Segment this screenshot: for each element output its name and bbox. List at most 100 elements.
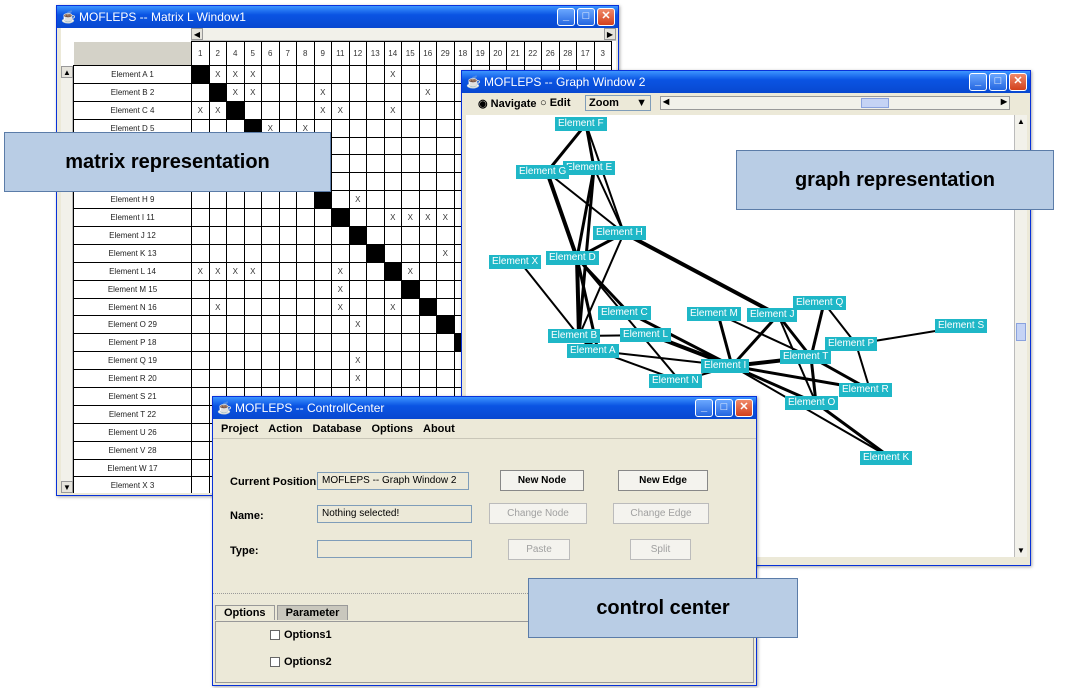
matrix-cell[interactable] <box>331 136 350 156</box>
matrix-column-header[interactable]: 5 <box>243 41 262 66</box>
graph-node-o[interactable]: Element O <box>785 396 839 410</box>
matrix-cell[interactable] <box>331 369 350 389</box>
graph-edge-O-K[interactable] <box>815 401 892 460</box>
scroll-left-icon[interactable]: ◀ <box>663 97 669 106</box>
graph-node-l[interactable]: Element L <box>620 328 672 342</box>
matrix-cell[interactable] <box>191 476 210 493</box>
graph-node-d[interactable]: Element D <box>546 251 599 265</box>
matrix-cell[interactable] <box>208 351 227 371</box>
matrix-cell[interactable] <box>436 172 455 192</box>
matrix-cell[interactable] <box>208 208 227 228</box>
matrix-column-header[interactable]: 9 <box>313 41 332 66</box>
navigate-radio[interactable]: ◉ Navigate <box>478 97 537 110</box>
matrix-cell[interactable] <box>313 315 332 335</box>
graph-node-r[interactable]: Element R <box>839 383 892 397</box>
matrix-cell[interactable] <box>436 100 455 120</box>
matrix-cell[interactable] <box>296 208 315 228</box>
matrix-cell[interactable] <box>208 82 227 102</box>
matrix-cell[interactable] <box>191 351 210 371</box>
edit-radio[interactable]: ○ Edit <box>540 97 570 109</box>
matrix-cell[interactable]: X <box>383 297 402 317</box>
matrix-cell[interactable]: X <box>401 261 420 281</box>
matrix-cell[interactable] <box>226 333 245 353</box>
matrix-cell[interactable] <box>226 208 245 228</box>
graph-node-s[interactable]: Element S <box>935 319 988 333</box>
matrix-cell[interactable] <box>313 297 332 317</box>
matrix-cell[interactable] <box>383 333 402 353</box>
matrix-cell[interactable] <box>313 208 332 228</box>
matrix-cell[interactable] <box>331 154 350 174</box>
matrix-cell[interactable] <box>401 243 420 263</box>
matrix-cell[interactable] <box>313 190 332 210</box>
matrix-cell[interactable] <box>261 315 280 335</box>
matrix-cell[interactable] <box>296 279 315 299</box>
matrix-cell[interactable]: X <box>191 261 210 281</box>
matrix-column-header[interactable]: 19 <box>471 41 490 66</box>
matrix-row-header[interactable]: Element N 16 <box>73 297 192 317</box>
matrix-cell[interactable] <box>436 65 455 84</box>
graph-node-m[interactable]: Element M <box>687 307 741 321</box>
option1-checkbox[interactable]: Options1 <box>270 629 332 641</box>
matrix-cell[interactable]: X <box>331 100 350 120</box>
scroll-right-icon[interactable]: ▶ <box>1001 97 1007 106</box>
matrix-cell[interactable] <box>313 243 332 263</box>
matrix-cell[interactable] <box>208 243 227 263</box>
matrix-cell[interactable] <box>191 315 210 335</box>
graph-horizontal-scrollbar[interactable]: ◀ ▶ <box>660 96 1010 110</box>
matrix-cell[interactable] <box>261 369 280 389</box>
current-position-field[interactable]: MOFLEPS -- Graph Window 2 <box>317 472 469 490</box>
graph-node-q[interactable]: Element Q <box>793 296 847 310</box>
matrix-cell[interactable] <box>436 297 455 317</box>
matrix-cell[interactable] <box>208 279 227 299</box>
matrix-cell[interactable]: X <box>191 100 210 120</box>
matrix-cell[interactable] <box>296 100 315 120</box>
close-button[interactable]: ✕ <box>735 399 753 417</box>
matrix-cell[interactable] <box>331 208 350 228</box>
matrix-cell[interactable] <box>348 243 367 263</box>
matrix-cell[interactable] <box>331 226 350 245</box>
matrix-cell[interactable]: X <box>208 65 227 84</box>
scroll-left-icon[interactable]: ◀ <box>191 28 203 40</box>
matrix-cell[interactable] <box>366 100 385 120</box>
graph-node-i[interactable]: Element I <box>701 359 750 373</box>
matrix-cell[interactable] <box>261 333 280 353</box>
matrix-cell[interactable] <box>418 333 437 353</box>
matrix-cell[interactable] <box>418 65 437 84</box>
scroll-thumb[interactable] <box>861 98 889 108</box>
matrix-cell[interactable] <box>191 65 210 84</box>
matrix-cell[interactable] <box>366 65 385 84</box>
matrix-cell[interactable] <box>313 65 332 84</box>
matrix-cell[interactable] <box>226 351 245 371</box>
matrix-cell[interactable] <box>418 243 437 263</box>
maximize-button[interactable]: □ <box>577 8 595 26</box>
matrix-cell[interactable] <box>436 333 455 353</box>
matrix-cell[interactable]: X <box>348 190 367 210</box>
matrix-cell[interactable] <box>278 369 297 389</box>
matrix-cell[interactable] <box>436 369 455 389</box>
vertical-scroll-thumb[interactable] <box>1016 323 1026 341</box>
new-edge-button[interactable]: New Edge <box>618 470 708 491</box>
matrix-row-header[interactable]: Element H 9 <box>73 190 192 210</box>
graph-edge-X-B[interactable] <box>519 261 580 337</box>
graph-node-j[interactable]: Element J <box>747 308 798 322</box>
graph-window-titlebar[interactable]: ☕ MOFLEPS -- Graph Window 2 _ □ ✕ <box>462 71 1030 93</box>
scroll-up-icon[interactable]: ▲ <box>1017 117 1025 126</box>
matrix-cell[interactable] <box>436 279 455 299</box>
matrix-cell[interactable] <box>191 297 210 317</box>
matrix-cell[interactable] <box>366 351 385 371</box>
graph-node-b[interactable]: Element B <box>548 329 601 343</box>
matrix-cell[interactable] <box>418 136 437 156</box>
matrix-cell[interactable] <box>296 65 315 84</box>
matrix-cell[interactable]: X <box>383 208 402 228</box>
matrix-cell[interactable] <box>331 65 350 84</box>
matrix-cell[interactable] <box>191 208 210 228</box>
matrix-horizontal-scrollbar[interactable]: ◀ ▶ <box>191 28 616 41</box>
matrix-cell[interactable] <box>418 261 437 281</box>
tab-parameter[interactable]: Parameter <box>276 605 349 620</box>
scroll-down-icon[interactable]: ▼ <box>61 481 73 493</box>
matrix-cell[interactable] <box>383 118 402 138</box>
matrix-cell[interactable] <box>366 136 385 156</box>
matrix-cell[interactable] <box>296 315 315 335</box>
matrix-cell[interactable] <box>278 208 297 228</box>
matrix-cell[interactable] <box>331 118 350 138</box>
